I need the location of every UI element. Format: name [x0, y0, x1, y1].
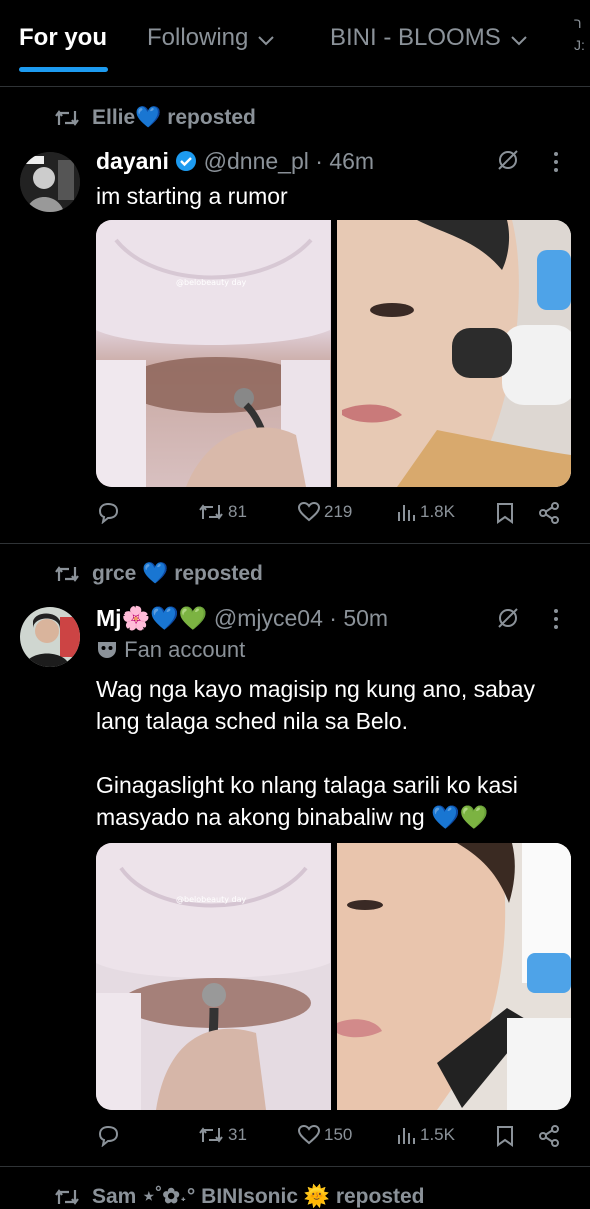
- more-options-icon[interactable]: [552, 150, 560, 179]
- label-text: Fan account: [124, 637, 246, 662]
- heart-emojis: 💙💚: [431, 804, 489, 830]
- post-time[interactable]: 50m: [343, 605, 388, 631]
- repost-icon: [199, 504, 223, 520]
- reposter-name[interactable]: grce: [92, 562, 136, 585]
- action-bar: 81 219 1.8K: [96, 502, 566, 532]
- like-count: 219: [324, 502, 353, 521]
- divider: [0, 1166, 590, 1167]
- tab-label: Following: [147, 24, 249, 51]
- heart-icon: [298, 1125, 320, 1145]
- top-tabs: For you Following BINI - BLOOMS ר J:: [0, 0, 590, 86]
- verified-badge-icon: [175, 148, 197, 174]
- chevron-down-icon: [258, 25, 275, 53]
- bookmark-icon: [497, 503, 513, 524]
- reply-button[interactable]: [96, 502, 124, 524]
- heart-icon: [298, 502, 320, 522]
- media-watermark: @belobeauty day: [176, 278, 247, 287]
- share-button[interactable]: [538, 1125, 560, 1147]
- tab-label: For you: [19, 24, 107, 51]
- author-handle[interactable]: @dnne_pl: [204, 148, 309, 174]
- media-image-right[interactable]: [336, 220, 571, 487]
- reposted-label: reposted: [167, 106, 256, 129]
- more-options-icon[interactable]: [552, 607, 560, 636]
- repost-button[interactable]: 31: [198, 1125, 247, 1145]
- tab-for-you[interactable]: For you: [19, 24, 107, 52]
- author-name[interactable]: dayani: [96, 148, 169, 174]
- repost-indicator: Ellie💙 reposted: [54, 106, 256, 130]
- post-text-paragraph-1: Wag nga kayo magisip ng kung ano, sabay …: [96, 676, 535, 734]
- repost-icon: [55, 110, 79, 126]
- reply-icon: [98, 502, 119, 524]
- media-image-right[interactable]: [336, 843, 571, 1110]
- grok-icon[interactable]: [496, 606, 520, 635]
- post-media[interactable]: @belobeauty day: [96, 220, 571, 487]
- separator-dot: ·: [322, 605, 344, 631]
- bookmark-button[interactable]: [496, 1125, 514, 1147]
- author-name-emoji: 🌸💙💚: [121, 605, 208, 631]
- repost-count: 31: [228, 1125, 247, 1144]
- reply-button[interactable]: [96, 1125, 124, 1147]
- repost-count: 81: [228, 502, 247, 521]
- like-button[interactable]: 150: [298, 1125, 352, 1145]
- media-image-left[interactable]: @belobeauty day: [96, 220, 331, 487]
- share-button[interactable]: [538, 502, 560, 524]
- author-name[interactable]: Mj: [96, 605, 122, 631]
- avatar[interactable]: [20, 152, 80, 212]
- share-icon: [539, 1125, 559, 1147]
- post-header: dayani @dnne_pl · 46m: [96, 148, 374, 175]
- views-button[interactable]: 1.8K: [396, 502, 455, 522]
- repost-icon: [55, 566, 79, 582]
- separator-dot: ·: [308, 148, 330, 174]
- share-icon: [539, 502, 559, 524]
- tab-following[interactable]: Following: [147, 24, 275, 53]
- avatar[interactable]: [20, 607, 80, 667]
- reposter-name[interactable]: Ellie: [92, 106, 135, 129]
- repost-button[interactable]: 81: [198, 502, 247, 522]
- repost-icon: [199, 1127, 223, 1143]
- divider: [0, 543, 590, 544]
- media-image-left[interactable]: @belobeauty day: [96, 843, 331, 1110]
- tab-bini-blooms[interactable]: BINI - BLOOMS: [330, 24, 527, 53]
- views-icon: [398, 505, 415, 521]
- bookmark-button[interactable]: [496, 502, 514, 524]
- view-count: 1.5K: [420, 1125, 455, 1144]
- next-repost-indicator: Sam ⋆˚✿˖° BINIsonic 🌞 reposted: [54, 1184, 425, 1209]
- blue-heart-icon: 💙: [142, 562, 169, 585]
- reposted-label: reposted: [174, 562, 263, 585]
- post-header: Mj🌸💙💚 @mjyce04 · 50m: [96, 605, 388, 632]
- repost-indicator: grce 💙 reposted: [54, 562, 263, 586]
- post-text-paragraph-2: Ginagaslight ko nlang talaga sarili ko k…: [96, 769, 576, 833]
- blue-heart-icon: 💙: [135, 106, 162, 129]
- views-button[interactable]: 1.5K: [396, 1125, 455, 1145]
- reply-icon: [98, 1125, 119, 1147]
- media-watermark: @belobeauty day: [176, 895, 247, 904]
- views-icon: [398, 1128, 415, 1144]
- divider: [0, 86, 590, 87]
- fan-account-label: Fan account: [96, 637, 245, 663]
- tab-overflow[interactable]: ר J:: [574, 12, 585, 56]
- bookmark-icon: [497, 1126, 513, 1147]
- repost-icon: [55, 1189, 79, 1205]
- active-tab-indicator: [19, 67, 108, 72]
- post-text: Wag nga kayo magisip ng kung ano, sabay …: [96, 673, 576, 833]
- grok-icon[interactable]: [496, 148, 520, 177]
- action-bar: 31 150 1.5K: [96, 1125, 566, 1155]
- like-count: 150: [324, 1125, 353, 1144]
- post-time[interactable]: 46m: [329, 148, 374, 174]
- tab-label: BINI - BLOOMS: [330, 24, 501, 51]
- post-text: im starting a rumor: [96, 183, 288, 209]
- next-repost-text[interactable]: Sam ⋆˚✿˖° BINIsonic 🌞 reposted: [92, 1185, 425, 1208]
- chevron-down-icon: [510, 25, 527, 53]
- view-count: 1.8K: [420, 502, 455, 521]
- like-button[interactable]: 219: [298, 502, 352, 522]
- post-media[interactable]: @belobeauty day: [96, 843, 571, 1110]
- author-handle[interactable]: @mjyce04: [214, 605, 323, 631]
- mask-icon: [96, 637, 118, 662]
